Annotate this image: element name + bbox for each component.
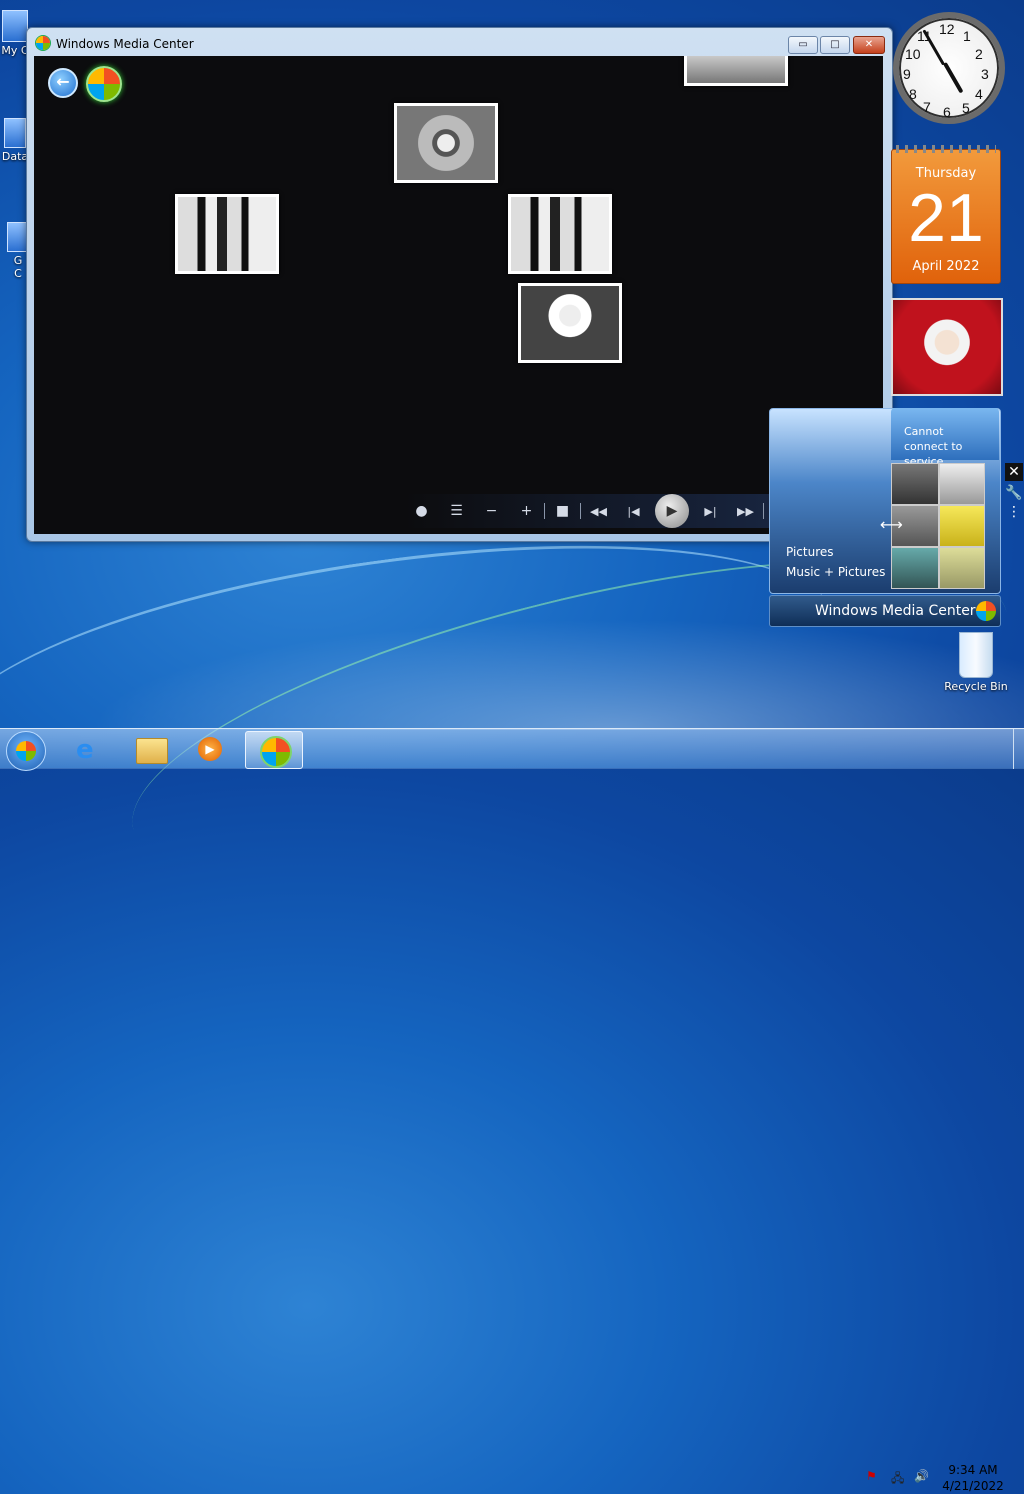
media-center-gadget[interactable]: Cannot connect to service Pictures Music… xyxy=(769,408,1001,594)
clock-number: 10 xyxy=(905,46,921,62)
fast-forward-button[interactable]: ▶▶ xyxy=(728,505,763,518)
record-button[interactable]: ● xyxy=(404,503,439,519)
network-icon[interactable]: 🖧 xyxy=(891,1469,904,1490)
volume-icon[interactable]: 🔊 xyxy=(914,1469,929,1483)
gadget-bar-label: Windows Media Center xyxy=(815,603,976,619)
gadget-tile[interactable] xyxy=(939,505,985,547)
window-title: Windows Media Center xyxy=(56,37,194,51)
gadget-item-music-pictures[interactable]: Music + Pictures xyxy=(786,565,885,579)
list-button[interactable]: ☰ xyxy=(439,503,474,519)
show-desktop-button[interactable] xyxy=(1013,729,1024,769)
stop-button[interactable]: ■ xyxy=(545,503,580,519)
clock-number: 8 xyxy=(909,86,917,102)
photo-santa[interactable] xyxy=(518,283,622,363)
gadget-tile[interactable] xyxy=(891,463,939,505)
clock-number: 4 xyxy=(975,86,983,102)
desktop-icon-recycle-bin[interactable]: Recycle Bin xyxy=(943,632,1009,693)
clock-number: 7 xyxy=(923,99,931,115)
resize-cursor-icon: ⟷ xyxy=(880,515,903,534)
play-button[interactable]: ▶ xyxy=(655,494,689,528)
minimize-button[interactable]: ▭ xyxy=(788,36,818,54)
clock-gadget[interactable]: 12 1 2 3 4 5 6 7 8 9 10 11 xyxy=(887,8,1005,130)
photo-thumbnail[interactable] xyxy=(684,56,788,86)
calendar-gadget[interactable]: Thursday 21 April 2022 xyxy=(891,145,1001,284)
gadget-settings-icon[interactable]: 🔧 xyxy=(1005,484,1023,502)
window-titlebar[interactable]: Windows Media Center ▭ □ ✕ xyxy=(27,28,892,56)
desktop-icon-label: My C xyxy=(1,44,29,57)
clock-number: 2 xyxy=(975,46,983,62)
desktop-icon-label: Recycle Bin xyxy=(944,680,1008,693)
start-orb-icon[interactable] xyxy=(86,66,122,102)
zoom-in-button[interactable]: + xyxy=(509,503,544,519)
gadget-close-icon[interactable]: ✕ xyxy=(1005,463,1023,481)
action-center-icon[interactable]: ⚑ xyxy=(866,1469,877,1483)
next-button[interactable]: ▶| xyxy=(693,505,728,518)
photo-koala[interactable] xyxy=(394,103,498,183)
taskbar-media-player[interactable]: ▶ xyxy=(182,731,238,767)
taskbar-internet-explorer[interactable]: e xyxy=(62,731,118,767)
photo-penguins[interactable] xyxy=(175,194,279,274)
previous-button[interactable]: |◀ xyxy=(616,505,651,518)
clock-number: 6 xyxy=(943,104,951,120)
slideshow-screen[interactable]: ← ● ☰ − + ■ ◀◀ |◀ ▶ ▶| ▶▶ xyxy=(34,56,883,534)
calendar-weekday: Thursday xyxy=(915,166,977,181)
shortcut-icon xyxy=(4,118,26,148)
penguins-image xyxy=(511,197,609,271)
calendar-month-year: April 2022 xyxy=(912,259,980,274)
taskbar-clock[interactable]: 9:34 AM 4/21/2022 xyxy=(940,1462,1006,1494)
photo-image xyxy=(687,56,785,83)
gadget-drag-handle-icon[interactable]: ⋮ xyxy=(1005,503,1023,521)
recycle-bin-icon xyxy=(959,632,993,678)
clock-number: 5 xyxy=(962,100,970,116)
folder-icon xyxy=(136,738,168,764)
gadget-status: Cannot connect to service xyxy=(891,408,999,468)
gadget-tile[interactable] xyxy=(939,463,985,505)
media-player-icon: ▶ xyxy=(198,737,222,761)
close-button[interactable]: ✕ xyxy=(853,36,885,54)
maximize-button[interactable]: □ xyxy=(820,36,850,54)
desktop-icon-label: G xyxy=(13,254,23,267)
clock-number: 1 xyxy=(963,28,971,44)
clock-number: 3 xyxy=(981,66,989,82)
photo-penguins-2[interactable] xyxy=(508,194,612,274)
clock-face: 12 1 2 3 4 5 6 7 8 9 10 11 xyxy=(893,12,1005,124)
media-center-icon xyxy=(260,736,292,768)
zoom-out-button[interactable]: − xyxy=(474,503,509,519)
media-center-logo-icon xyxy=(976,601,996,621)
taskbar-date: 4/21/2022 xyxy=(942,1479,1004,1493)
taskbar-media-center[interactable] xyxy=(245,731,303,769)
clock-number: 12 xyxy=(939,21,955,37)
penguins-image xyxy=(178,197,276,271)
gadget-tile[interactable] xyxy=(939,547,985,589)
back-arrow-icon[interactable]: ← xyxy=(48,68,78,98)
slideshow-gadget[interactable] xyxy=(891,298,1003,396)
taskbar-time: 9:34 AM xyxy=(948,1463,998,1477)
taskbar-explorer[interactable] xyxy=(122,731,178,767)
calendar-day-number: 21 xyxy=(908,180,984,256)
media-center-window[interactable]: Windows Media Center ▭ □ ✕ ← ● ☰ − + ■ ◀… xyxy=(26,27,893,542)
start-button[interactable] xyxy=(6,731,46,771)
computer-icon xyxy=(2,10,28,42)
taskbar: e ▶ ⚑ 🖧 🔊 9:34 AM 4/21/2022 xyxy=(0,728,1024,1493)
gadget-tile[interactable] xyxy=(891,547,939,589)
santa-image xyxy=(521,286,619,360)
internet-explorer-icon: e xyxy=(76,735,94,765)
hour-hand xyxy=(943,62,964,94)
rewind-button[interactable]: ◀◀ xyxy=(581,505,616,518)
gadget-item-pictures[interactable]: Pictures xyxy=(786,545,834,559)
calendar-rings xyxy=(896,145,996,153)
desktop-icon-label-2: C xyxy=(14,267,22,280)
media-center-logo-icon xyxy=(36,36,50,50)
clock-number: 9 xyxy=(903,66,911,82)
desktop-icon-label: Data xyxy=(1,150,29,163)
koala-image xyxy=(397,106,495,180)
media-center-gadget-bar[interactable]: Windows Media Center xyxy=(769,595,1001,627)
